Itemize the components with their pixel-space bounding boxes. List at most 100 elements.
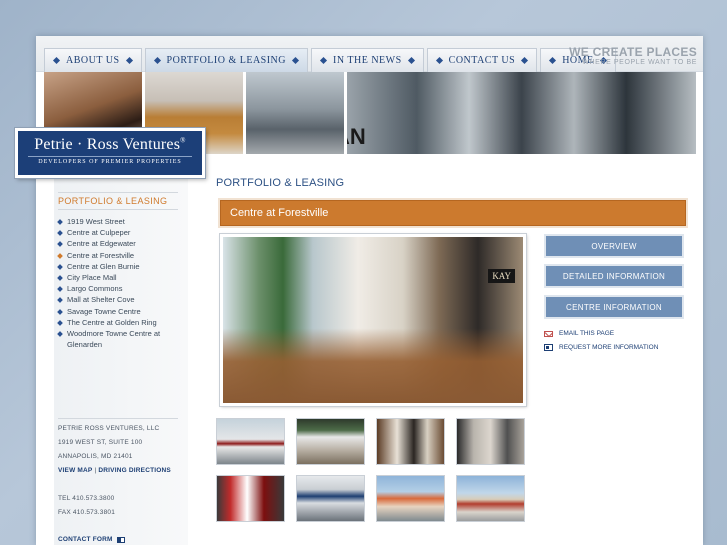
envelope-icon xyxy=(544,330,553,337)
banner-sign-text: LAN xyxy=(347,124,366,149)
diamond-bullet-icon xyxy=(549,56,557,65)
diamond-bullet-icon xyxy=(52,56,61,65)
list-item: Largo Commons xyxy=(67,284,123,294)
banner-photo-storefronts: LAN xyxy=(346,72,696,154)
form-icon xyxy=(116,536,125,543)
property-list: 1919 West Street Centre at Culpeper Cent… xyxy=(57,216,184,350)
list-item: Woodmore Towne Centre at Glenarden xyxy=(67,329,161,350)
divider xyxy=(58,418,178,419)
sidebar-heading: PORTFOLIO & LEASING xyxy=(58,196,168,206)
property-link-centre-at-culpeper[interactable]: Centre at Culpeper xyxy=(57,227,184,238)
telephone: TEL 410.573.3800 xyxy=(58,495,115,502)
thumbnail-photo-4[interactable] xyxy=(456,418,525,465)
logo-name-text: Petrie · Ross Ventures xyxy=(34,136,181,153)
email-this-page-link[interactable]: EMAIL THIS PAGE xyxy=(544,330,614,337)
link-separator: | xyxy=(94,467,97,474)
diamond-bullet-icon xyxy=(435,56,443,65)
thumbnail-photo-3[interactable] xyxy=(376,418,445,465)
list-item: Mall at Shelter Cove xyxy=(67,295,135,305)
diamond-bullet-icon xyxy=(57,252,63,259)
diamond-bullet-icon xyxy=(57,297,63,304)
contact-form-link[interactable]: CONTACT FORM xyxy=(58,536,125,543)
list-item: The Centre at Golden Ring xyxy=(67,317,157,327)
property-link-1919-west-street[interactable]: 1919 West Street xyxy=(57,216,184,227)
diamond-bullet-icon xyxy=(57,219,63,225)
logo-name: Petrie · Ross Ventures® xyxy=(18,136,202,154)
diamond-bullet-icon xyxy=(153,56,161,65)
nav-tab-label: ABOUT US xyxy=(66,55,120,66)
list-item: Savage Towne Centre xyxy=(67,306,141,316)
nav-tab-portfolio-leasing[interactable]: PORTFOLIO & LEASING xyxy=(144,48,309,72)
divider xyxy=(58,192,178,193)
diamond-bullet-icon xyxy=(125,56,133,65)
diamond-bullet-icon xyxy=(291,56,300,65)
tagline: WE CREATE PLACES WHERE PEOPLE WANT TO BE xyxy=(569,45,697,66)
nav-tab-label: IN THE NEWS xyxy=(333,55,402,66)
property-link-centre-at-edgewater[interactable]: Centre at Edgewater xyxy=(57,238,184,249)
diamond-bullet-icon xyxy=(57,286,63,293)
list-item: Centre at Culpeper xyxy=(67,228,131,238)
property-link-mall-at-shelter-cove[interactable]: Mall at Shelter Cove xyxy=(57,294,184,305)
list-item: Centre at Edgewater xyxy=(67,239,136,249)
company-logo[interactable]: Petrie · Ross Ventures® DEVELOPERS OF PR… xyxy=(14,127,206,179)
document-icon xyxy=(544,344,553,351)
nav-tab-label: CONTACT US xyxy=(448,55,516,66)
nav-tab-label: PORTFOLIO & LEASING xyxy=(166,55,287,66)
main-navigation: ABOUT US PORTFOLIO & LEASING IN THE NEWS… xyxy=(44,48,616,72)
address-line-1: 1919 WEST ST, SUITE 100 xyxy=(58,439,143,446)
sidebar: PORTFOLIO & LEASING 1919 West Street Cen… xyxy=(54,154,188,545)
thumbnail-photo-2[interactable] xyxy=(296,418,365,465)
logo-subtitle: DEVELOPERS OF PREMIER PROPERTIES xyxy=(28,156,192,165)
company-name: PETRIE ROSS VENTURES, LLC xyxy=(58,425,160,432)
list-item: 1919 West Street xyxy=(67,217,125,226)
property-title: Centre at Forestville xyxy=(230,207,329,219)
thumbnail-photo-6[interactable] xyxy=(296,475,365,522)
request-more-information-link[interactable]: REQUEST MORE INFORMATION xyxy=(544,344,658,351)
thumbnail-photo-7[interactable] xyxy=(376,475,445,522)
tagline-sub: WHERE PEOPLE WANT TO BE xyxy=(582,59,697,66)
diamond-bullet-icon xyxy=(57,319,63,326)
request-link-label: REQUEST MORE INFORMATION xyxy=(559,344,659,351)
diamond-bullet-icon xyxy=(521,56,529,65)
fax: FAX 410.573.3801 xyxy=(58,509,116,516)
page-container: ABOUT US PORTFOLIO & LEASING IN THE NEWS… xyxy=(14,36,703,545)
property-link-woodmore-towne-centre[interactable]: Woodmore Towne Centre at Glenarden xyxy=(57,328,184,350)
overview-button[interactable]: OVERVIEW xyxy=(544,234,684,258)
list-item: Centre at Forestville xyxy=(67,250,135,260)
property-link-savage-towne-centre[interactable]: Savage Towne Centre xyxy=(57,306,184,317)
property-link-centre-at-forestville[interactable]: Centre at Forestville xyxy=(57,250,184,261)
list-item: City Place Mall xyxy=(67,273,117,283)
nav-tab-contact-us[interactable]: CONTACT US xyxy=(426,48,538,72)
thumbnail-photo-5[interactable] xyxy=(216,475,285,522)
diamond-bullet-icon xyxy=(57,331,63,337)
top-bar: ABOUT US PORTFOLIO & LEASING IN THE NEWS… xyxy=(36,36,703,72)
nav-tab-in-the-news[interactable]: IN THE NEWS xyxy=(311,48,424,72)
property-main-photo: KAY xyxy=(219,233,527,407)
property-link-city-place-mall[interactable]: City Place Mall xyxy=(57,272,184,283)
tagline-main: WE CREATE PLACES xyxy=(569,45,697,59)
email-link-label: EMAIL THIS PAGE xyxy=(559,330,615,337)
map-links: VIEW MAP | DRIVING DIRECTIONS xyxy=(58,467,171,474)
property-link-centre-at-glen-burnie[interactable]: Centre at Glen Burnie xyxy=(57,261,184,272)
contact-form-label: CONTACT FORM xyxy=(58,536,113,543)
banner-photo-walkway xyxy=(245,72,344,154)
detailed-information-button[interactable]: DETAILED INFORMATION xyxy=(544,264,684,288)
list-item: Centre at Glen Burnie xyxy=(67,261,140,271)
property-link-centre-at-golden-ring[interactable]: The Centre at Golden Ring xyxy=(57,317,184,328)
property-link-largo-commons[interactable]: Largo Commons xyxy=(57,283,184,294)
centre-information-button[interactable]: CENTRE INFORMATION xyxy=(544,295,684,319)
diamond-bullet-icon xyxy=(319,56,328,65)
thumbnail-photo-1[interactable] xyxy=(216,418,285,465)
diamond-bullet-icon xyxy=(57,308,63,315)
diamond-bullet-icon xyxy=(57,230,63,237)
diamond-bullet-icon xyxy=(57,263,63,270)
registered-mark: ® xyxy=(180,136,186,145)
thumbnail-photo-8[interactable] xyxy=(456,475,525,522)
divider xyxy=(58,209,178,210)
address-line-2: ANNAPOLIS, MD 21401 xyxy=(58,453,133,460)
driving-directions-link[interactable]: DRIVING DIRECTIONS xyxy=(98,467,171,474)
store-sign-text: KAY xyxy=(488,269,515,283)
view-map-link[interactable]: VIEW MAP xyxy=(58,467,92,474)
property-title-bar: Centre at Forestville xyxy=(220,200,686,226)
nav-tab-about-us[interactable]: ABOUT US xyxy=(44,48,142,72)
